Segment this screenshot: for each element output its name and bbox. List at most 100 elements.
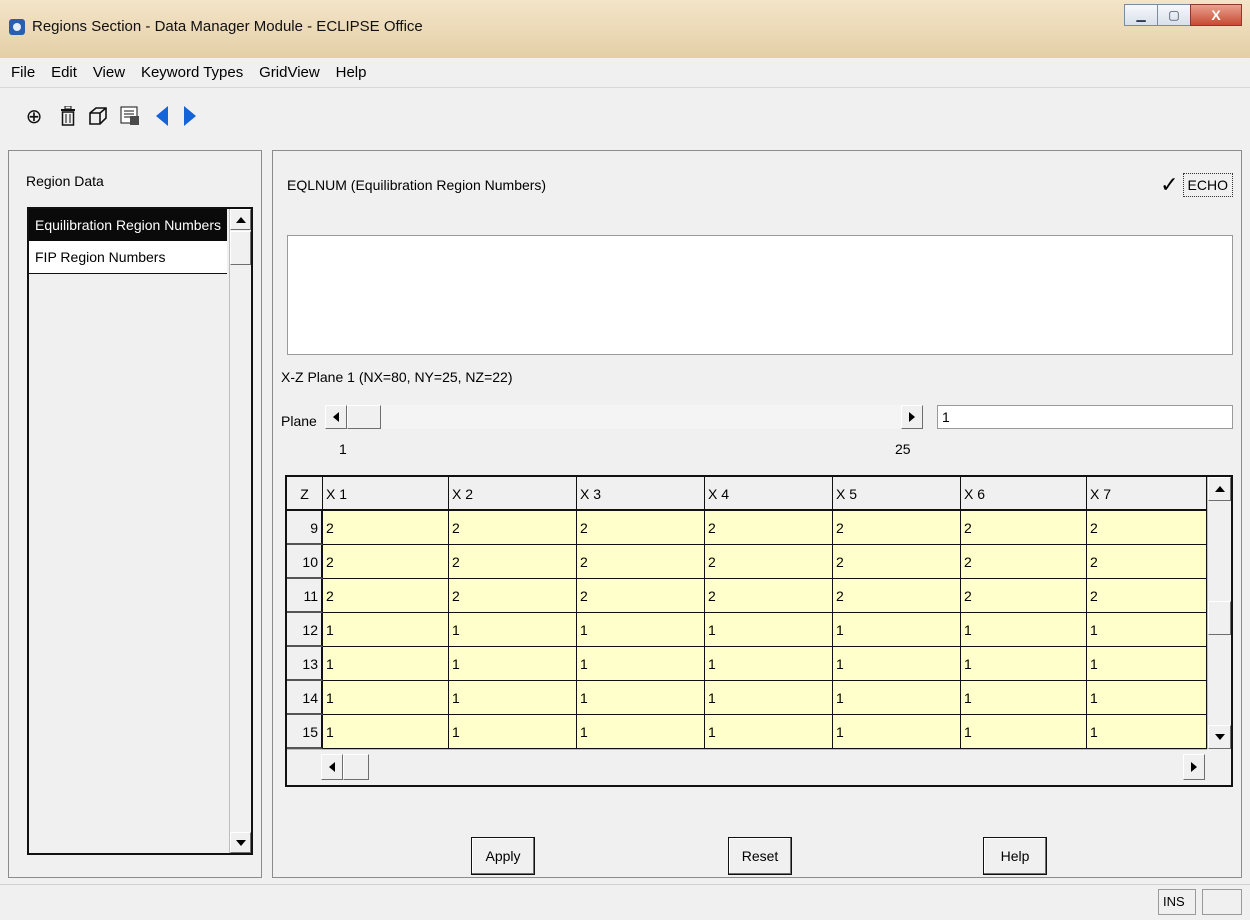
grid-cell[interactable]: 1 <box>833 613 961 647</box>
grid-cell[interactable]: 1 <box>1087 647 1207 681</box>
grid-column-header[interactable]: X 6 <box>961 477 1087 511</box>
menu-gridview[interactable]: GridView <box>253 58 326 88</box>
grid-cell[interactable]: 2 <box>705 511 833 545</box>
plane-slider-left-button[interactable] <box>325 405 347 429</box>
grid-cell[interactable]: 1 <box>323 715 449 749</box>
grid-row-header[interactable]: 14 <box>287 681 323 715</box>
grid-cell[interactable]: 1 <box>1087 681 1207 715</box>
plane-number-input[interactable]: 1 <box>937 405 1233 429</box>
echo-checkbox[interactable]: ✓ ECHO <box>1160 173 1233 197</box>
grid-cell[interactable]: 1 <box>577 647 705 681</box>
grid-cell[interactable]: 2 <box>577 545 705 579</box>
grid-cell[interactable]: 1 <box>577 681 705 715</box>
grid-cell[interactable]: 1 <box>323 647 449 681</box>
forward-arrow-icon[interactable] <box>178 104 202 128</box>
grid-column-header[interactable]: X 4 <box>705 477 833 511</box>
grid-cell[interactable]: 2 <box>449 579 577 613</box>
region-list[interactable]: Equilibration Region Numbers FIP Region … <box>27 207 253 855</box>
grid-cell[interactable]: 1 <box>961 681 1087 715</box>
grid-cell[interactable]: 2 <box>323 545 449 579</box>
grid-column-header[interactable]: X 2 <box>449 477 577 511</box>
grid-cell[interactable]: 1 <box>323 613 449 647</box>
grid-cell[interactable]: 2 <box>323 511 449 545</box>
menu-file[interactable]: File <box>0 58 41 88</box>
grid-cell[interactable]: 1 <box>577 613 705 647</box>
grid-column-header[interactable]: X 1 <box>323 477 449 511</box>
grid-horizontal-scrollbar[interactable] <box>287 749 1207 785</box>
grid-cell[interactable]: 2 <box>577 511 705 545</box>
menu-edit[interactable]: Edit <box>45 58 83 88</box>
grid-cell[interactable]: 1 <box>705 613 833 647</box>
grid-cell[interactable]: 2 <box>577 579 705 613</box>
report-icon[interactable] <box>118 104 142 128</box>
grid-scroll-up-button[interactable] <box>1208 477 1231 501</box>
apply-button[interactable]: Apply <box>471 837 535 875</box>
list-item-equilibration-region-numbers[interactable]: Equilibration Region Numbers <box>29 209 227 241</box>
trash-icon[interactable] <box>56 104 80 128</box>
grid-cell[interactable]: 1 <box>833 647 961 681</box>
menu-view[interactable]: View <box>87 58 131 88</box>
grid-cell[interactable]: 1 <box>833 715 961 749</box>
plane-slider-right-button[interactable] <box>901 405 923 429</box>
grid-cell[interactable]: 1 <box>961 647 1087 681</box>
grid-cell[interactable]: 2 <box>961 511 1087 545</box>
grid-cell[interactable]: 1 <box>449 715 577 749</box>
grid-cell[interactable]: 1 <box>961 613 1087 647</box>
grid-cell[interactable]: 2 <box>449 545 577 579</box>
grid-cell[interactable]: 1 <box>449 613 577 647</box>
grid-scroll-down-button[interactable] <box>1208 725 1231 749</box>
grid-vscroll-thumb[interactable] <box>1208 601 1231 635</box>
grid-cell[interactable]: 2 <box>961 579 1087 613</box>
grid-row-header[interactable]: 11 <box>287 579 323 613</box>
region-list-scrollbar[interactable] <box>229 209 251 853</box>
grid-row-header[interactable]: 12 <box>287 613 323 647</box>
grid-cell[interactable]: 1 <box>1087 715 1207 749</box>
grid-cell[interactable]: 1 <box>961 715 1087 749</box>
grid-scroll-right-button[interactable] <box>1183 754 1205 780</box>
grid-row-header[interactable]: 9 <box>287 511 323 545</box>
grid-cell[interactable]: 1 <box>1087 613 1207 647</box>
grid-cell[interactable]: 1 <box>577 715 705 749</box>
plane-slider[interactable] <box>325 405 923 429</box>
grid-cell[interactable]: 2 <box>833 579 961 613</box>
close-button[interactable]: X <box>1190 4 1242 26</box>
grid-cell[interactable]: 2 <box>833 545 961 579</box>
grid-row-header[interactable]: 13 <box>287 647 323 681</box>
crosshair-icon[interactable]: ⊕ <box>22 104 46 128</box>
grid-cell[interactable]: 1 <box>705 647 833 681</box>
title-bar[interactable]: Regions Section - Data Manager Module - … <box>0 0 1250 58</box>
grid-cell[interactable]: 2 <box>1087 579 1207 613</box>
grid-cell[interactable]: 2 <box>1087 511 1207 545</box>
grid-cell[interactable]: 1 <box>449 681 577 715</box>
grid-cell[interactable]: 2 <box>705 579 833 613</box>
grid-header-z[interactable]: Z <box>287 477 323 511</box>
grid-cell[interactable]: 1 <box>705 715 833 749</box>
grid-cell[interactable]: 2 <box>833 511 961 545</box>
scroll-down-button[interactable] <box>230 832 251 853</box>
keyword-comment-textarea[interactable] <box>287 235 1233 355</box>
grid-column-header[interactable]: X 5 <box>833 477 961 511</box>
menu-keyword-types[interactable]: Keyword Types <box>135 58 249 88</box>
grid-cell[interactable]: 2 <box>1087 545 1207 579</box>
grid-cell[interactable]: 2 <box>449 511 577 545</box>
reset-button[interactable]: Reset <box>728 837 792 875</box>
back-arrow-icon[interactable] <box>150 104 174 128</box>
grid-column-header[interactable]: X 3 <box>577 477 705 511</box>
scroll-up-button[interactable] <box>230 209 251 230</box>
cube-icon[interactable] <box>86 104 110 128</box>
plane-slider-thumb[interactable] <box>347 405 381 429</box>
grid-row-header[interactable]: 15 <box>287 715 323 749</box>
grid-cell[interactable]: 2 <box>323 579 449 613</box>
grid-cell[interactable]: 1 <box>833 681 961 715</box>
grid-scroll-left-button[interactable] <box>321 754 343 780</box>
grid-cell[interactable]: 1 <box>323 681 449 715</box>
region-grid[interactable]: ZX 1X 2X 3X 4X 5X 6X 7 9 2 2 2 2 2 2 2 10 2 2 2 2 2 2 2 1… <box>285 475 1233 787</box>
grid-cell[interactable]: 1 <box>449 647 577 681</box>
grid-hscroll-thumb[interactable] <box>343 754 369 780</box>
grid-vertical-scrollbar[interactable] <box>1207 477 1231 749</box>
scroll-thumb[interactable] <box>230 231 251 265</box>
list-item-fip-region-numbers[interactable]: FIP Region Numbers <box>29 241 227 274</box>
grid-cell[interactable]: 2 <box>705 545 833 579</box>
maximize-button[interactable]: ▢ <box>1157 4 1191 26</box>
grid-cell[interactable]: 2 <box>961 545 1087 579</box>
